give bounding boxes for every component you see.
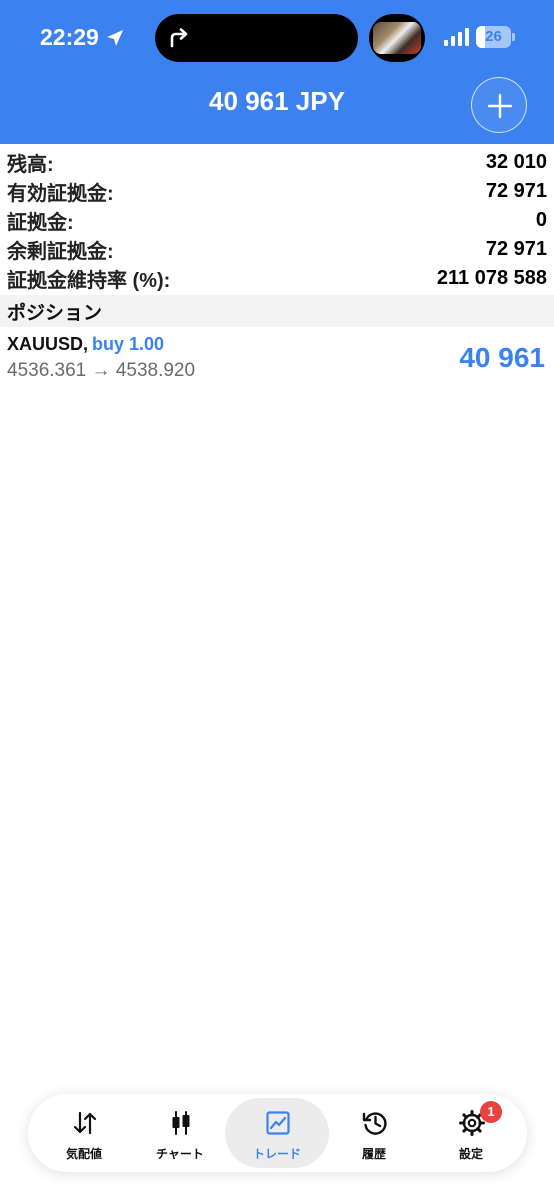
summary-value: 72 971	[485, 238, 547, 260]
signal-icon	[444, 28, 469, 46]
history-clock-icon	[362, 1112, 387, 1135]
summary-label: 証拠金:	[7, 212, 74, 234]
summary-value: 211 078 588	[436, 267, 547, 289]
tab-trade[interactable]: トレード	[225, 1098, 329, 1168]
thumbnail-image	[373, 22, 421, 54]
position-title: XAUUSD, buy 1.00	[7, 334, 164, 355]
summary-row-balance: 残高: 32 010	[0, 148, 554, 177]
summary-row-margin-level: 証拠金維持率 (%): 211 078 588	[0, 264, 554, 293]
candlestick-icon	[172, 1111, 190, 1135]
summary-row-free-margin: 余剰証拠金: 72 971	[0, 235, 554, 264]
clock-text: 22:29	[40, 24, 99, 50]
live-activity-thumbnail[interactable]	[369, 14, 425, 62]
status-time: 22:29	[40, 24, 125, 51]
new-order-button[interactable]	[471, 77, 527, 133]
tab-label: チャート	[156, 1147, 204, 1161]
summary-row-equity: 有効証拠金: 72 971	[0, 177, 554, 206]
tab-settings[interactable]: 設定	[419, 1098, 523, 1168]
summary-value: 0	[535, 209, 547, 231]
summary-value: 32 010	[485, 151, 547, 173]
dynamic-island[interactable]	[155, 14, 358, 62]
tab-label: 気配値	[65, 1147, 102, 1161]
location-arrow-icon	[106, 29, 123, 46]
summary-label: 証拠金維持率 (%):	[7, 270, 171, 292]
status-bar: 22:29 26	[0, 0, 554, 74]
tab-quotes[interactable]: 気配値	[32, 1098, 136, 1168]
plus-icon	[487, 93, 513, 119]
summary-row-margin: 証拠金: 0	[0, 206, 554, 235]
tab-label: 履歴	[361, 1147, 386, 1161]
tab-chart[interactable]: チャート	[128, 1098, 232, 1168]
app-header: 22:29 26 40 961 JPY	[0, 0, 554, 144]
position-side: buy 1.00	[92, 334, 165, 354]
trade-chart-icon	[266, 1111, 290, 1135]
open-price: 4536.361	[7, 360, 87, 381]
summary-label: 有効証拠金:	[7, 183, 114, 205]
summary-value: 72 971	[485, 180, 547, 202]
current-price: 4538.920	[115, 360, 196, 381]
position-profit: 40 961	[459, 342, 545, 373]
settings-notification-badge: 1	[480, 1101, 502, 1123]
bottom-tab-bar: 気配値 チャート トレード 履歴 設定	[28, 1094, 527, 1172]
position-prices: 4536.361 → 4538.920	[7, 360, 195, 382]
account-summary: 残高: 32 010 有効証拠金: 72 971 証拠金: 0 余剰証拠金: 7…	[0, 148, 554, 293]
battery-icon: 26	[476, 26, 516, 48]
forward-arrow-icon	[170, 28, 188, 48]
tab-label: トレード	[252, 1147, 301, 1161]
tab-history[interactable]: 履歴	[322, 1098, 426, 1168]
position-row[interactable]: XAUUSD, buy 1.00 4536.361 → 4538.920 40 9…	[0, 330, 554, 386]
battery-level: 26	[485, 28, 502, 45]
positions-section-header: ポジション	[0, 295, 554, 327]
quotes-arrows-icon	[73, 1111, 97, 1135]
price-arrow: →	[91, 360, 111, 381]
summary-label: 残高:	[7, 154, 54, 176]
position-symbol: XAUUSD,	[7, 334, 89, 354]
summary-label: 余剰証拠金:	[7, 241, 114, 263]
tab-label: 設定	[458, 1147, 483, 1161]
